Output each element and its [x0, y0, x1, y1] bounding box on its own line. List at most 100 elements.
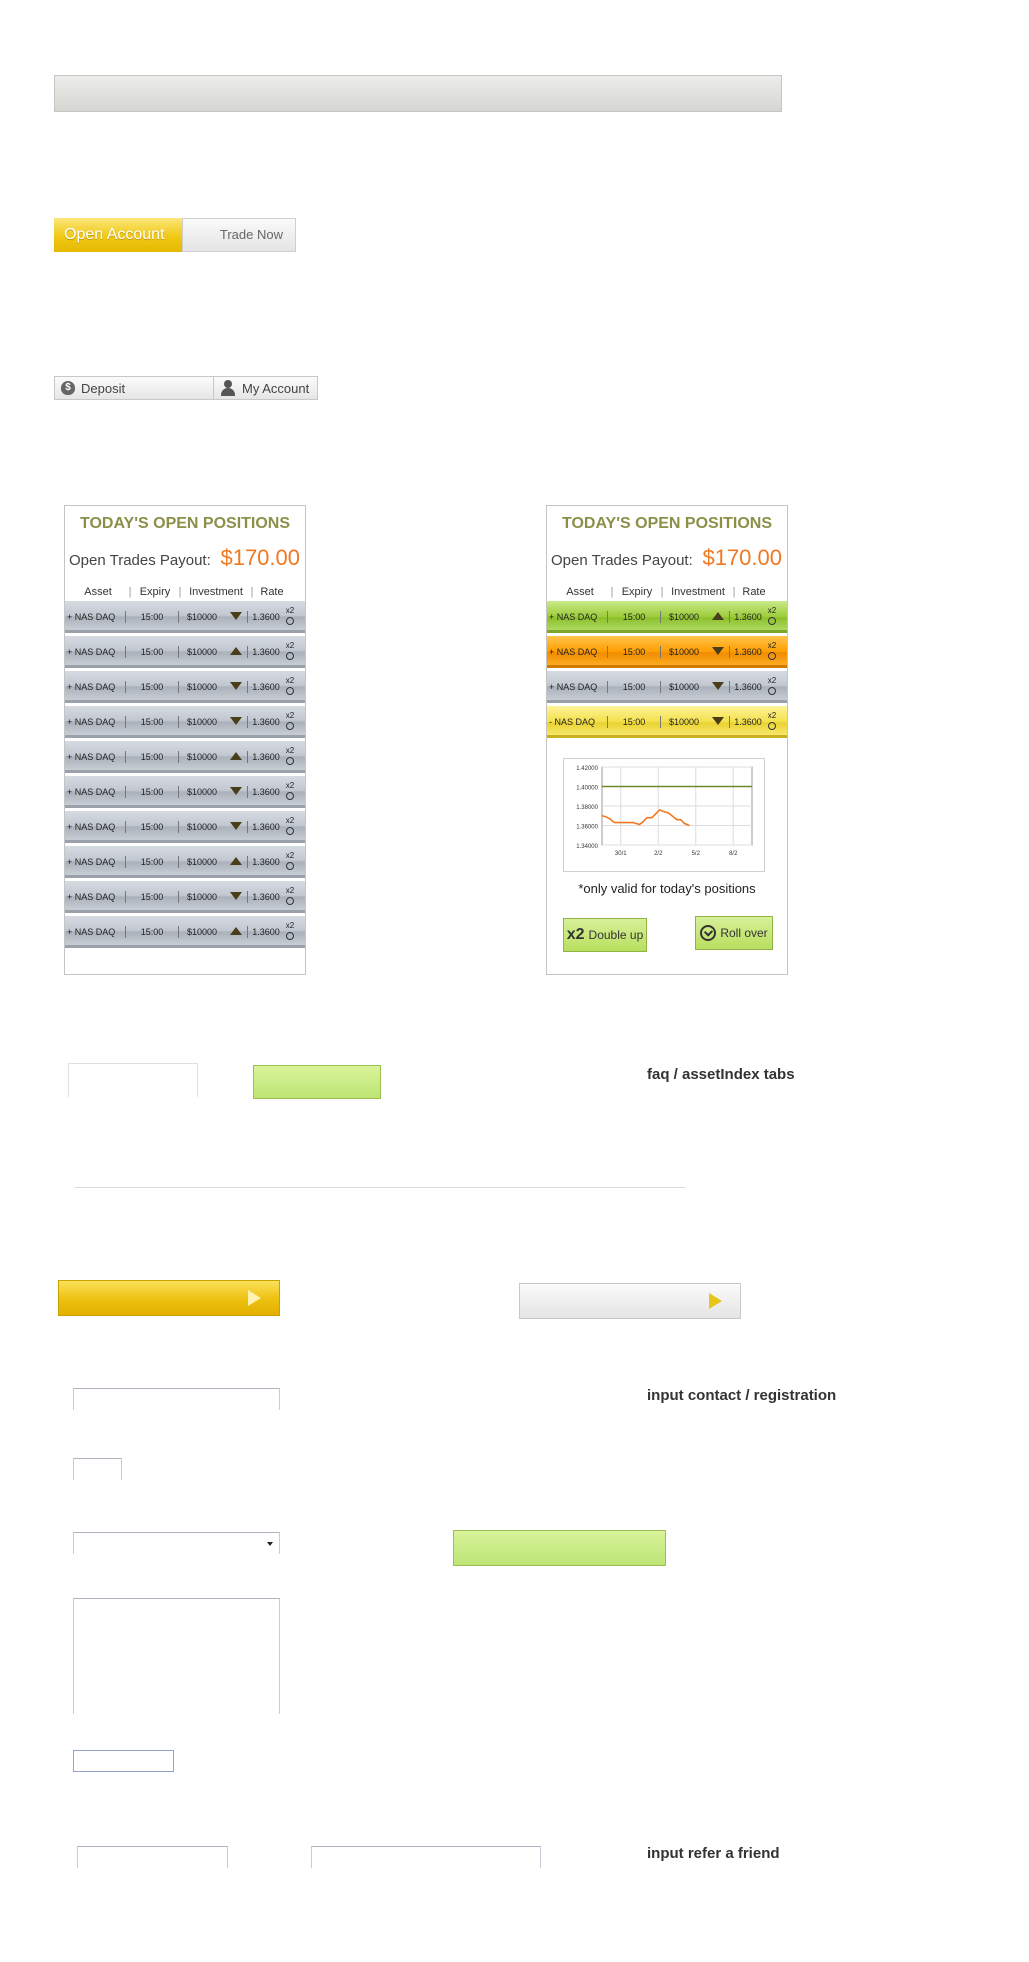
- double-up-mini[interactable]: x2: [284, 712, 296, 732]
- x-tick-label: 5/2: [692, 851, 701, 857]
- position-row[interactable]: + NAS DAQ 15:00 $10000 1.3600 x2: [547, 671, 787, 703]
- positions-list: + NAS DAQ 15:00 $10000 1.3600 x2 + NAS DAQ 15:…: [547, 601, 787, 738]
- double-badge: x2: [285, 816, 295, 825]
- double-badge: x2: [285, 851, 295, 860]
- position-row[interactable]: + NAS DAQ 15:00 $10000 1.3600 x2: [65, 741, 305, 773]
- double-up-mini[interactable]: x2: [284, 677, 296, 697]
- input-note: input contact / registration: [647, 1387, 837, 1404]
- x-tick-label: 8/2: [729, 851, 738, 857]
- row-expiry: 15:00: [140, 752, 164, 762]
- direction-up-icon: [225, 647, 247, 657]
- open-positions-panel: TODAY'S OPEN POSITIONS Open Trades Payou…: [64, 505, 306, 975]
- position-row[interactable]: + NAS DAQ 15:00 $10000 1.3600 x2: [65, 811, 305, 843]
- refer-email-input[interactable]: [311, 1846, 541, 1868]
- position-row[interactable]: + NAS DAQ 15:00 $10000 1.3600 x2: [65, 916, 305, 948]
- double-up-mini[interactable]: x2: [766, 642, 778, 662]
- clock-check-icon: [700, 925, 717, 941]
- y-tick-label: 1.40000: [576, 786, 598, 792]
- double-badge: x2: [767, 676, 777, 685]
- row-expiry: 15:00: [140, 927, 164, 937]
- deposit-tab[interactable]: $ Deposit: [55, 377, 214, 399]
- white-arrow-button[interactable]: [519, 1283, 741, 1319]
- double-up-mini[interactable]: x2: [284, 642, 296, 662]
- double-up-mini[interactable]: x2: [284, 607, 296, 627]
- double-up-mini[interactable]: x2: [766, 677, 778, 697]
- position-row[interactable]: + NAS DAQ 15:00 $10000 1.3600 x2: [65, 601, 305, 633]
- message-textarea[interactable]: [73, 1598, 280, 1714]
- position-row[interactable]: + NAS DAQ 15:00 $10000 1.3600 x2: [547, 601, 787, 633]
- double-up-mini[interactable]: x2: [284, 782, 296, 802]
- double-up-mini[interactable]: x2: [284, 817, 296, 837]
- row-expiry: 15:00: [140, 647, 164, 657]
- clock-icon: [286, 687, 294, 695]
- row-expiry: 15:00: [140, 892, 164, 902]
- trade-now-tab[interactable]: Trade Now: [182, 218, 296, 252]
- row-expiry: 15:00: [622, 682, 646, 692]
- faq-tab[interactable]: [68, 1063, 198, 1097]
- double-up-mini[interactable]: x2: [284, 747, 296, 767]
- contact-input[interactable]: [73, 1388, 280, 1410]
- double-up-mini[interactable]: x2: [766, 607, 778, 627]
- row-asset: + NAS DAQ: [67, 647, 116, 657]
- double-up-mini[interactable]: x2: [284, 887, 296, 907]
- position-row[interactable]: + NAS DAQ 15:00 $10000 1.3600 x2: [65, 776, 305, 808]
- rate-series-line: [601, 808, 690, 827]
- select-dropdown[interactable]: [73, 1532, 280, 1554]
- divider: [75, 1187, 685, 1188]
- payout-summary: Open Trades Payout: $170.00: [547, 545, 787, 571]
- position-row[interactable]: + NAS DAQ 15:00 $10000 1.3600 x2: [65, 881, 305, 913]
- row-expiry: 15:00: [622, 612, 646, 622]
- double-up-mini[interactable]: x2: [284, 922, 296, 942]
- refer-note: input refer a friend: [647, 1845, 780, 1862]
- row-investment: $10000: [186, 927, 218, 937]
- row-investment: $10000: [186, 857, 218, 867]
- col-asset: Asset: [566, 586, 594, 598]
- short-input[interactable]: [73, 1458, 122, 1480]
- row-rate: 1.3600: [252, 892, 280, 902]
- green-submit-button[interactable]: [453, 1530, 666, 1566]
- row-investment: $10000: [668, 612, 700, 622]
- asset-index-tab[interactable]: [253, 1065, 381, 1099]
- col-rate: Rate: [260, 586, 284, 598]
- direction-up-icon: [225, 752, 247, 762]
- user-icon: [220, 380, 236, 396]
- position-row[interactable]: + NAS DAQ 15:00 $10000 1.3600 x2: [65, 706, 305, 738]
- double-up-mini[interactable]: x2: [284, 852, 296, 872]
- row-asset: + NAS DAQ: [67, 752, 116, 762]
- col-expiry: Expiry: [139, 586, 171, 598]
- money-bag-icon: $: [61, 381, 75, 395]
- position-row[interactable]: + NAS DAQ 15:00 $10000 1.3600 x2: [65, 671, 305, 703]
- focused-input[interactable]: [73, 1750, 174, 1772]
- position-row[interactable]: - NAS DAQ 15:00 $10000 1.3600 x2: [547, 706, 787, 738]
- position-row[interactable]: + NAS DAQ 15:00 $10000 1.3600 x2: [65, 846, 305, 878]
- payout-summary: Open Trades Payout: $170.00: [65, 545, 305, 571]
- clock-icon: [768, 687, 776, 695]
- yellow-arrow-button[interactable]: [58, 1280, 280, 1316]
- open-account-tab[interactable]: Open Account: [54, 218, 182, 252]
- row-investment: $10000: [668, 717, 700, 727]
- y-tick-label: 1.38000: [576, 805, 598, 811]
- y-tick-label: 1.36000: [576, 825, 598, 831]
- row-asset: + NAS DAQ: [549, 647, 598, 657]
- my-account-tab[interactable]: My Account: [214, 377, 317, 399]
- row-rate: 1.3600: [252, 752, 280, 762]
- double-up-button[interactable]: x2 Double up: [563, 918, 647, 952]
- direction-down-icon: [225, 717, 247, 727]
- double-badge: x2: [285, 676, 295, 685]
- roll-over-button[interactable]: Roll over: [695, 916, 773, 950]
- clock-icon: [768, 722, 776, 730]
- double-up-mini[interactable]: x2: [766, 712, 778, 732]
- payout-value: $170.00: [220, 545, 300, 570]
- position-row[interactable]: + NAS DAQ 15:00 $10000 1.3600 x2: [65, 636, 305, 668]
- row-rate: 1.3600: [252, 857, 280, 867]
- row-asset: + NAS DAQ: [67, 682, 116, 692]
- row-rate: 1.3600: [252, 787, 280, 797]
- row-investment: $10000: [186, 822, 218, 832]
- col-rate: Rate: [742, 586, 766, 598]
- row-expiry: 15:00: [140, 717, 164, 727]
- clock-icon: [286, 862, 294, 870]
- position-row[interactable]: + NAS DAQ 15:00 $10000 1.3600 x2: [547, 636, 787, 668]
- payout-label: Open Trades Payout:: [69, 552, 211, 569]
- refer-name-input[interactable]: [77, 1846, 228, 1868]
- positions-list: + NAS DAQ 15:00 $10000 1.3600 x2 + NAS DAQ 15:…: [65, 601, 305, 948]
